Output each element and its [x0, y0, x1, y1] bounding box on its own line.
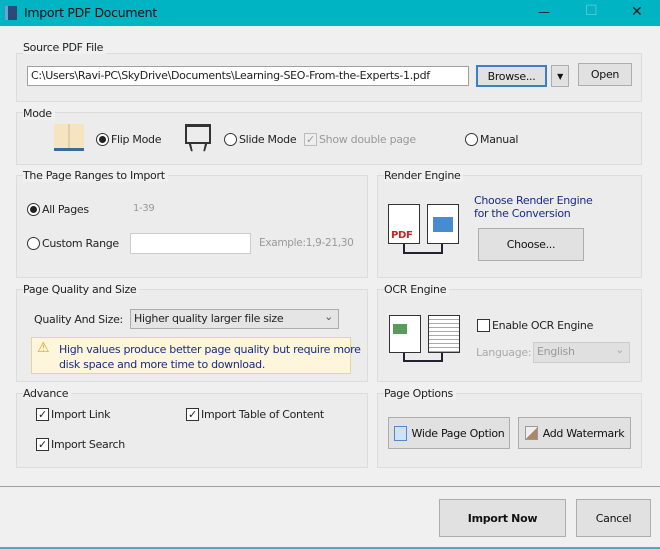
book-icon	[54, 124, 84, 151]
image-document-icon	[389, 315, 421, 353]
slide-mode-radio[interactable]	[224, 133, 237, 146]
watermark-icon	[524, 426, 538, 440]
custom-range-input[interactable]	[130, 233, 251, 254]
projector-stand-icon	[188, 143, 208, 152]
import-search-checkbox[interactable]: ✓	[36, 438, 49, 451]
render-desc-line2: for the Conversion	[474, 207, 571, 220]
cancel-button[interactable]: Cancel	[576, 499, 651, 537]
minimize-button[interactable]: —	[538, 5, 550, 19]
language-select[interactable]: English ⌄	[533, 342, 630, 363]
warning-line1: High values produce better page quality …	[59, 343, 361, 356]
warning-icon: ⚠	[37, 340, 50, 356]
page-options-label: Page Options	[384, 387, 456, 400]
page-ranges-group	[16, 175, 368, 278]
manual-label: Manual	[480, 133, 519, 146]
footer-divider	[0, 486, 660, 487]
import-toc-label: Import Table of Content	[201, 408, 324, 421]
browse-button[interactable]: Browse...	[476, 65, 547, 87]
add-watermark-label: Add Watermark	[542, 426, 625, 440]
choose-render-engine-button[interactable]: Choose...	[478, 228, 584, 261]
page-quality-label: Page Quality and Size	[23, 283, 140, 296]
quality-select[interactable]: Higher quality larger file size ⌄	[130, 309, 339, 329]
quality-select-value: Higher quality larger file size	[134, 312, 284, 325]
projector-icon	[185, 124, 211, 144]
wide-page-label: Wide Page Option	[411, 426, 505, 440]
convert-arrow-icon	[403, 244, 443, 254]
render-desc-line1: Choose Render Engine	[474, 194, 593, 207]
show-double-page-checkbox[interactable]: ✓	[304, 133, 317, 146]
open-button[interactable]: Open	[578, 63, 632, 86]
render-description: Choose Render Engine for the Conversion	[474, 194, 593, 220]
import-now-button[interactable]: Import Now	[439, 499, 566, 537]
wide-page-option-button[interactable]: Wide Page Option	[388, 417, 510, 449]
flip-mode-radio[interactable]	[96, 133, 109, 146]
advance-group	[16, 393, 368, 468]
language-label: Language:	[476, 346, 532, 359]
import-link-checkbox[interactable]: ✓	[36, 408, 49, 421]
show-double-page-label: Show double page	[319, 133, 416, 146]
window-title: Import PDF Document	[24, 5, 157, 20]
page-ranges-label: The Page Ranges to Import	[23, 169, 168, 182]
ocr-arrow-icon	[403, 353, 443, 362]
all-pages-radio[interactable]	[27, 203, 40, 216]
app-icon	[5, 6, 17, 20]
advance-label: Advance	[23, 387, 72, 400]
add-watermark-button[interactable]: Add Watermark	[518, 417, 631, 449]
flip-mode-label: Flip Mode	[111, 133, 162, 146]
close-button[interactable]: ✕	[631, 4, 643, 20]
enable-ocr-label: Enable OCR Engine	[492, 319, 594, 332]
enable-ocr-checkbox[interactable]	[477, 319, 490, 332]
ocr-engine-label: OCR Engine	[384, 283, 450, 296]
language-value: English	[537, 345, 575, 358]
import-search-label: Import Search	[51, 438, 125, 451]
custom-range-label: Custom Range	[42, 237, 119, 250]
manual-radio[interactable]	[465, 133, 478, 146]
slide-mode-label: Slide Mode	[239, 133, 297, 146]
import-link-label: Import Link	[51, 408, 111, 421]
range-example: Example:1,9-21,30	[259, 237, 354, 249]
text-document-icon	[428, 315, 460, 353]
image-file-icon	[427, 204, 459, 244]
mode-label: Mode	[23, 107, 55, 120]
custom-range-radio[interactable]	[27, 237, 40, 250]
page-count: 1-39	[133, 203, 155, 214]
import-toc-checkbox[interactable]: ✓	[186, 408, 199, 421]
chevron-down-icon: ⌄	[324, 310, 333, 323]
maximize-button[interactable]: ☐	[585, 3, 598, 19]
warning-line2: disk space and more time to download.	[59, 358, 266, 371]
render-engine-label: Render Engine	[384, 169, 464, 182]
browse-dropdown-button[interactable]: ▼	[551, 65, 569, 87]
source-label: Source PDF File	[23, 41, 107, 54]
pdf-file-icon: PDF	[388, 204, 420, 244]
warning-text: High values produce better page quality …	[59, 342, 361, 372]
page-icon	[393, 425, 407, 441]
quality-field-label: Quality And Size:	[34, 313, 123, 326]
chevron-down-icon: ⌄	[615, 343, 624, 356]
all-pages-label: All Pages	[42, 203, 89, 216]
source-path-input[interactable]: C:\Users\Ravi-PC\SkyDrive\Documents\Lear…	[27, 66, 469, 86]
